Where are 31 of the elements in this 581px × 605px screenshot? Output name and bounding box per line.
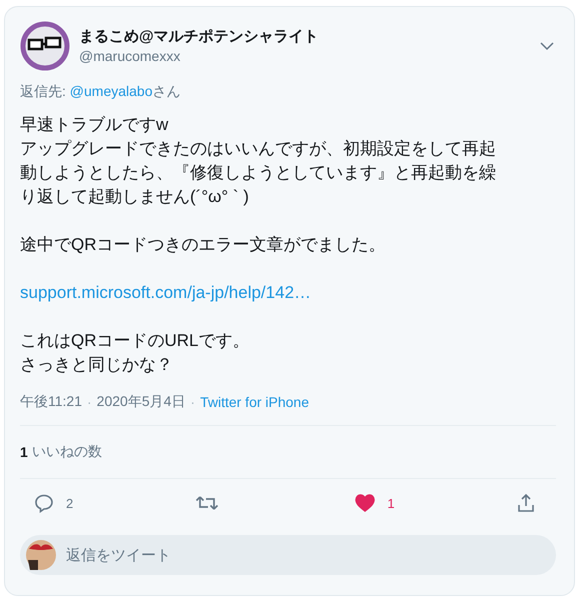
tweet-text: り返して起動しません(´°ω° ` ) <box>20 186 249 208</box>
link[interactable]: support.microsoft.com/ja-jp/help/142… <box>20 281 312 305</box>
source-link[interactable]: Twitter for iPhone <box>200 394 309 410</box>
reply-field[interactable]: 返信をツイート <box>64 546 556 564</box>
tweet-text: 早速トラブルですw <box>20 114 168 136</box>
avatar[interactable] <box>20 21 70 71</box>
tweet-time: 午後11:21 <box>20 393 82 411</box>
separator-dot: · <box>190 394 196 410</box>
tweet-text: アップグレードできたのはいいんですが、初期設定をして再起 <box>20 138 496 160</box>
reply-bar[interactable]: 返信をツイート <box>20 535 556 575</box>
like-count: 1 <box>20 444 28 460</box>
share-button[interactable] <box>516 493 536 513</box>
tweet-text: これはQRコードのURLです。 <box>20 330 250 352</box>
tweet-text: さっきと同じかな？ <box>20 354 173 376</box>
mention-link[interactable]: @umeyalabo <box>70 83 152 101</box>
separator-dot: · <box>87 394 92 410</box>
avatar <box>26 540 56 570</box>
tweet-text: 動しようとしたら、『修復しようとしています』と再起動を繰 <box>20 162 496 184</box>
heart-icon <box>355 494 376 512</box>
author-handle[interactable]: @marucomexxx <box>79 47 180 65</box>
tweet-text: 途中でQRコードつきのエラー文章がでました。 <box>20 234 386 256</box>
tweet-date: 2020年5月4日 <box>96 393 186 411</box>
like-button[interactable]: 1 <box>355 493 416 513</box>
reply-button[interactable]: 2 <box>34 493 94 513</box>
reply-to-suffix: さん <box>152 83 180 101</box>
author-name[interactable]: まるこめ@マルチポテンシャライト <box>79 27 531 47</box>
likes-label[interactable]: いいねの数 <box>32 443 102 461</box>
share-icon <box>516 493 536 513</box>
speech-bubble-icon <box>34 493 54 513</box>
chevron-down-icon[interactable] <box>540 41 554 51</box>
reply-to-label: 返信先: <box>20 83 67 101</box>
